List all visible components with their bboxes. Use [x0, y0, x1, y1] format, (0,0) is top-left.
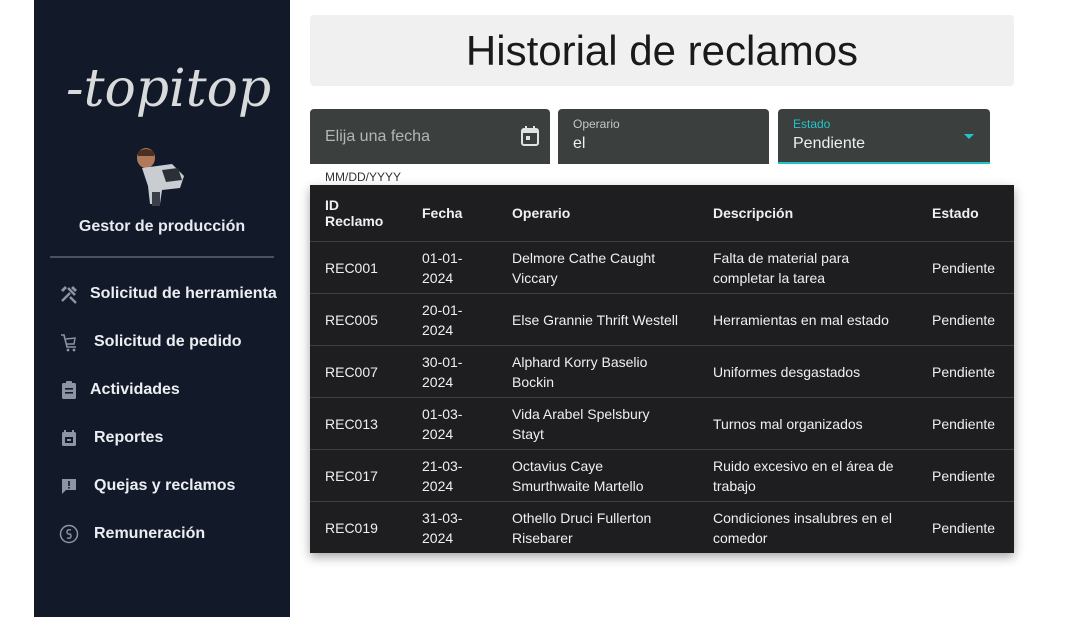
sidebar-item-label: Solicitud de pedido — [94, 333, 242, 350]
date-field[interactable]: Elija una fecha — [310, 109, 550, 164]
cell-id: REC017 — [310, 449, 422, 502]
sidebar-item-label: Remuneración — [94, 525, 206, 542]
cell-descripcion: Uniformes desgastados — [713, 363, 861, 380]
operario-label: Operario — [573, 117, 620, 131]
cell-estado: Pendiente — [932, 519, 996, 536]
estado-value: Pendiente — [793, 135, 866, 152]
sidebar: -topitop Gestor de producción Solicitud … — [34, 0, 290, 617]
date-placeholder: Elija una fecha — [325, 128, 430, 145]
cell-estado: Pendiente — [932, 345, 1014, 398]
user-role: Gestor de producción — [78, 218, 246, 235]
avatar — [137, 148, 184, 206]
page-title-bar: Historial de reclamos — [310, 15, 1014, 86]
cell-operario: Else Grannie Thrift Westell — [512, 311, 678, 328]
sidebar-item-actividades[interactable]: Actividades — [34, 366, 290, 414]
sidebar-item-label: Quejas y reclamos — [94, 477, 236, 494]
sidebar-item-reportes[interactable]: Reportes — [34, 414, 290, 462]
operario-field[interactable]: Operario el — [558, 109, 769, 164]
cell-estado: Pendiente — [932, 449, 1014, 502]
table-row[interactable]: REC001 01-01-2024 Delmore Cathe Caught V… — [310, 241, 1014, 294]
column-header-descripcion[interactable]: Descripción — [713, 185, 932, 242]
chevron-down-icon[interactable] — [964, 134, 974, 139]
cell-fecha: 31-03-2024 — [422, 509, 463, 546]
cell-id: REC001 — [310, 241, 422, 294]
table-row[interactable]: REC013 01-03-2024 Vida Arabel Spelsbury … — [310, 397, 1014, 450]
cell-operario: Octavius Caye Smurthwaite Martello — [512, 457, 644, 494]
cell-fecha: 21-03-2024 — [422, 457, 463, 494]
cell-estado: Pendiente — [932, 293, 1014, 346]
column-header-estado[interactable]: Estado — [932, 185, 1014, 242]
cell-descripcion: Falta de material para completar la tare… — [713, 249, 850, 286]
cell-descripcion: Turnos mal organizados — [713, 415, 863, 432]
cell-operario: Delmore Cathe Caught Viccary — [512, 249, 656, 286]
svg-text:-topitop: -topitop — [66, 59, 271, 119]
column-header-operario[interactable]: Operario — [512, 185, 713, 242]
cell-id: REC013 — [310, 397, 422, 450]
table-row[interactable]: REC007 30-01-2024 Alphard Korry Baselio … — [310, 345, 1014, 398]
table-row[interactable]: REC019 31-03-2024 Othello Druci Fullerto… — [310, 502, 1014, 554]
column-header-fecha[interactable]: Fecha — [422, 185, 512, 242]
clipboard-icon — [58, 379, 80, 401]
cell-estado: Pendiente — [932, 241, 1014, 294]
sidebar-item-label: Reportes — [94, 429, 164, 446]
cell-fecha: 01-03-2024 — [422, 405, 463, 442]
cell-operario: Alphard Korry Baselio Bockin — [512, 353, 648, 390]
sidebar-nav: Solicitud de herramienta Solicitud de pe… — [34, 270, 290, 558]
cell-fecha: 20-01-2024 — [422, 301, 463, 338]
cell-descripcion: Condiciones insalubres en el comedor — [713, 509, 892, 546]
sidebar-item-label: Solicitud de herramienta — [90, 285, 277, 302]
sidebar-item-remuneracion[interactable]: Remuneración — [34, 510, 290, 558]
page-title: Historial de reclamos — [465, 26, 859, 74]
sidebar-item-solicitud-pedido[interactable]: Solicitud de pedido — [34, 318, 290, 366]
cell-fecha: 30-01-2024 — [422, 353, 463, 390]
date-format-hint: MM/DD/YYYY — [325, 170, 402, 184]
column-header-id[interactable]: ID Reclamo — [310, 185, 422, 242]
table-row[interactable]: REC017 21-03-2024 Octavius Caye Smurthwa… — [310, 449, 1014, 502]
sidebar-item-quejas-reclamos[interactable]: Quejas y reclamos — [34, 462, 290, 510]
topitop-logo: -topitop — [66, 59, 271, 119]
operario-input[interactable]: el — [573, 135, 585, 153]
sidebar-item-solicitud-herramienta[interactable]: Solicitud de herramienta — [34, 270, 290, 318]
cell-descripcion: Ruido excesivo en el área de trabajo — [713, 457, 894, 494]
estado-select[interactable]: Estado Pendiente — [778, 109, 990, 164]
cell-id: REC007 — [310, 345, 422, 398]
cell-id: REC005 — [310, 293, 422, 346]
table-row[interactable]: REC005 20-01-2024 Else Grannie Thrift We… — [310, 293, 1014, 346]
calendar-report-icon — [58, 427, 80, 449]
claims-table: ID Reclamo Fecha Operario Descripción Es… — [310, 185, 1014, 553]
cell-estado: Pendiente — [932, 397, 1014, 450]
calendar-icon[interactable] — [520, 125, 540, 147]
estado-label: Estado — [793, 117, 831, 131]
sidebar-item-label: Actividades — [90, 381, 180, 398]
cell-operario: Vida Arabel Spelsbury Stayt — [512, 405, 650, 442]
tools-icon — [58, 283, 80, 305]
money-icon — [58, 523, 80, 545]
feedback-icon — [58, 475, 80, 497]
cart-icon — [58, 331, 80, 353]
table-header-row: ID Reclamo Fecha Operario Descripción Es… — [310, 185, 1014, 242]
cell-id: REC019 — [325, 519, 378, 536]
cell-descripcion: Herramientas en mal estado — [713, 311, 889, 328]
cell-operario: Othello Druci Fullerton Risebarer — [512, 509, 652, 546]
sidebar-divider — [50, 256, 274, 258]
cell-fecha: 01-01-2024 — [422, 249, 463, 286]
